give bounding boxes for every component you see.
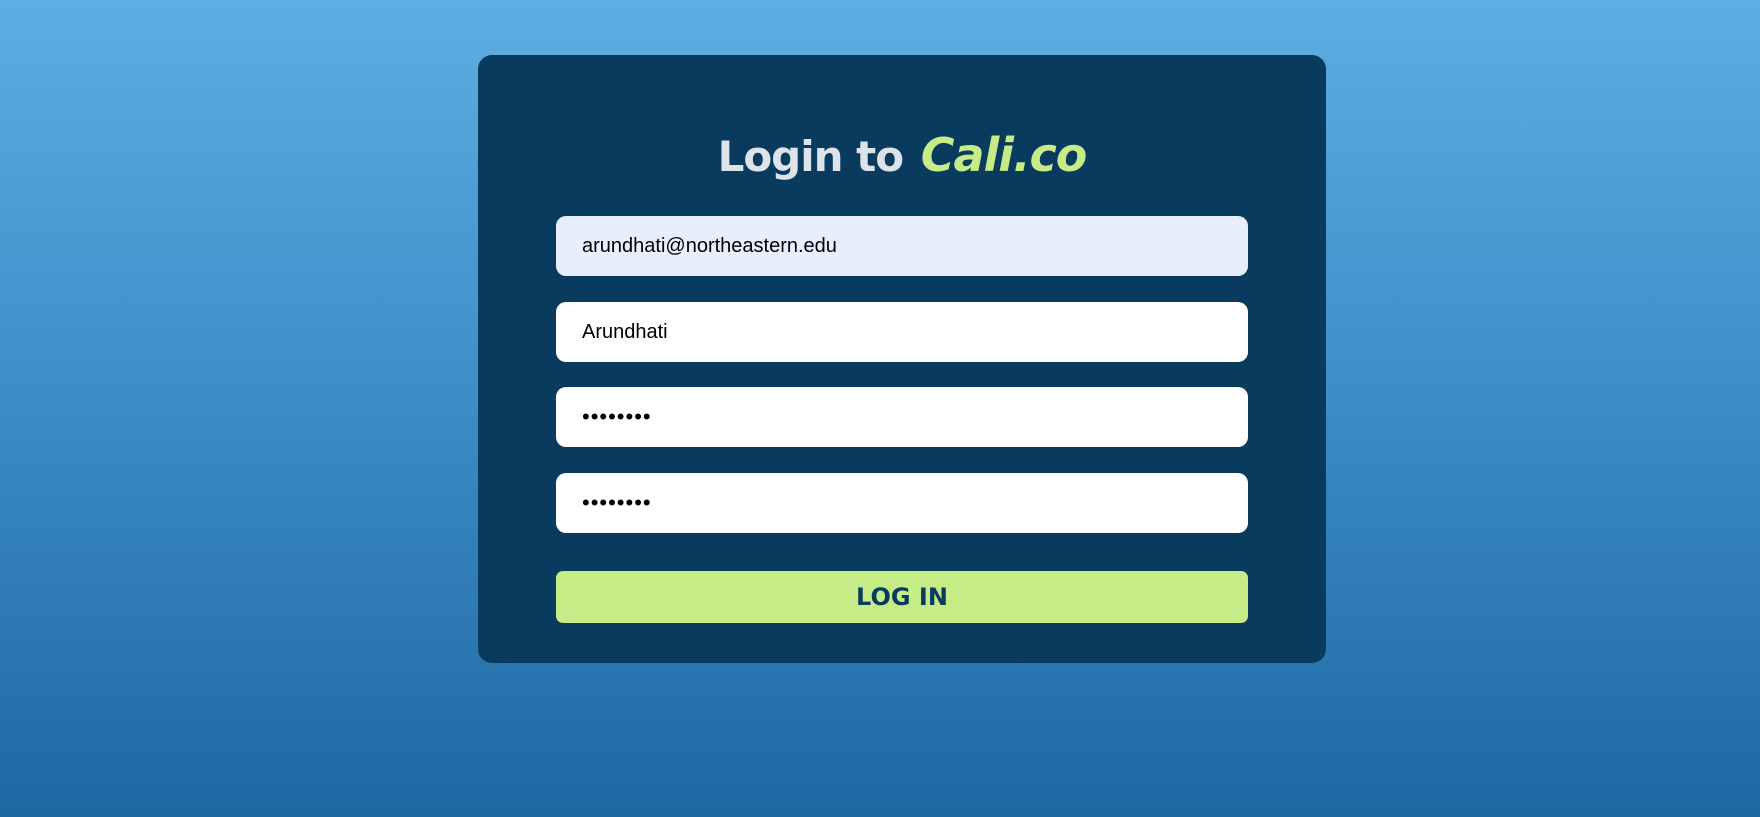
brand-logo-text: Cali.co	[920, 128, 1088, 182]
confirm-password-input[interactable]	[556, 473, 1248, 533]
name-input[interactable]	[556, 302, 1248, 362]
login-button[interactable]: LOG IN	[556, 571, 1248, 623]
password-input[interactable]	[556, 387, 1248, 447]
login-card: Login to Cali.co LOG IN	[478, 55, 1326, 663]
login-title: Login to Cali.co	[478, 127, 1326, 185]
email-input[interactable]	[556, 216, 1248, 276]
login-title-lead: Login to	[717, 132, 905, 181]
